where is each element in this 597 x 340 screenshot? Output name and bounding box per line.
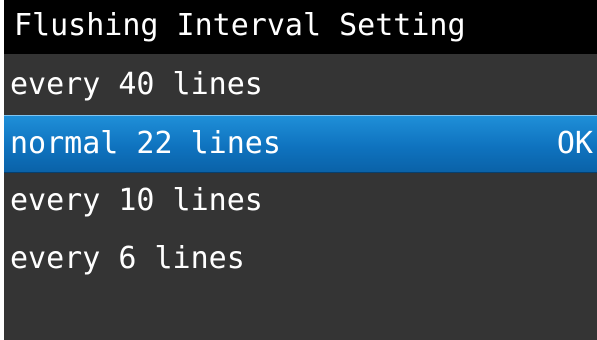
option-label: every 6 lines xyxy=(10,241,245,276)
option-label: every 10 lines xyxy=(10,183,263,218)
option-every-6-lines[interactable]: every 6 lines xyxy=(4,231,597,289)
page-title: Flushing Interval Setting xyxy=(14,8,466,43)
lcd-screen: Flushing Interval Setting every 40 lines… xyxy=(4,0,597,340)
option-every-40-lines[interactable]: every 40 lines xyxy=(4,57,597,115)
title-bar: Flushing Interval Setting xyxy=(4,0,597,54)
option-every-10-lines[interactable]: every 10 lines xyxy=(4,173,597,231)
option-normal-22-lines[interactable]: normal 22 lines OK xyxy=(4,115,597,173)
option-label: normal 22 lines xyxy=(10,126,281,161)
ok-indicator: OK xyxy=(556,126,593,161)
option-label: every 40 lines xyxy=(10,67,263,102)
